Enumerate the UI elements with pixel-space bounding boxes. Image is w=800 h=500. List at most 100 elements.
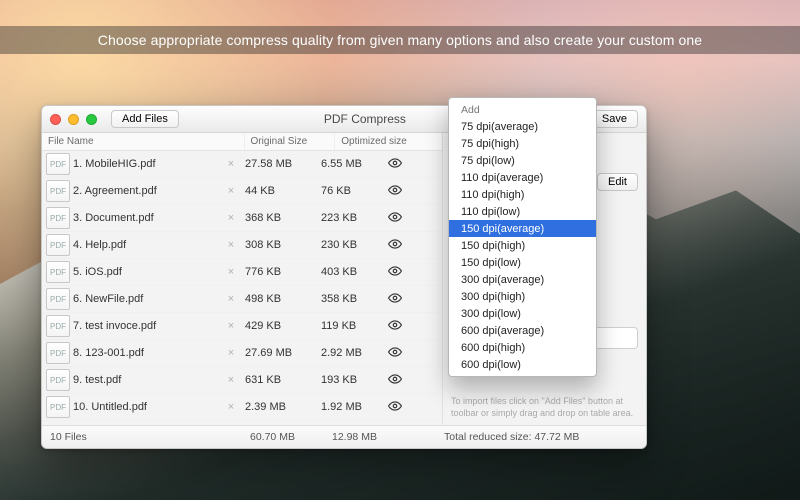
dropdown-item[interactable]: 300 dpi(average) — [449, 271, 596, 288]
preview-icon[interactable] — [383, 399, 407, 416]
remove-file-icon[interactable]: × — [223, 239, 239, 251]
pdf-thumb-icon: PDF — [46, 342, 70, 364]
pdf-thumb-icon: PDF — [46, 261, 70, 283]
preview-icon[interactable] — [383, 345, 407, 362]
table-row[interactable]: PDF3. Document.pdf×368 KB223 KB — [42, 205, 442, 232]
pdf-thumb-icon: PDF — [46, 153, 70, 175]
save-button[interactable]: Save — [591, 110, 638, 128]
dropdown-item[interactable]: 300 dpi(high) — [449, 288, 596, 305]
table-row[interactable]: PDF7. test invoce.pdf×429 KB119 KB — [42, 313, 442, 340]
table-row[interactable]: PDF2. Agreement.pdf×44 KB76 KB — [42, 178, 442, 205]
table-row[interactable]: PDF10. Untitled.pdf×2.39 MB1.92 MB — [42, 394, 442, 421]
remove-file-icon[interactable]: × — [223, 185, 239, 197]
close-window-button[interactable] — [50, 114, 61, 125]
file-name: 1. MobileHIG.pdf — [73, 158, 223, 170]
remove-file-icon[interactable]: × — [223, 212, 239, 224]
dropdown-item[interactable]: 600 dpi(average) — [449, 322, 596, 339]
preview-icon[interactable] — [383, 156, 407, 173]
marketing-caption-text: Choose appropriate compress quality from… — [98, 32, 702, 48]
optimized-size: 119 KB — [315, 320, 383, 332]
file-name: 2. Agreement.pdf — [73, 185, 223, 197]
quality-dropdown[interactable]: Add 75 dpi(average)75 dpi(high)75 dpi(lo… — [448, 97, 597, 377]
optimized-size: 76 KB — [315, 185, 383, 197]
original-size: 498 KB — [239, 293, 315, 305]
import-hint: To import files click on "Add Files" but… — [451, 395, 638, 419]
dropdown-item[interactable]: 75 dpi(average) — [449, 118, 596, 135]
dropdown-item[interactable]: 110 dpi(low) — [449, 203, 596, 220]
table-row[interactable]: PDF1. MobileHIG.pdf×27.58 MB6.55 MB — [42, 151, 442, 178]
pdf-thumb-icon: PDF — [46, 288, 70, 310]
quality-edit-button[interactable]: Edit — [597, 173, 638, 191]
table-row[interactable]: PDF9. test.pdf×631 KB193 KB — [42, 367, 442, 394]
file-name: 4. Help.pdf — [73, 239, 223, 251]
original-size: 308 KB — [239, 239, 315, 251]
pdf-thumb-icon: PDF — [46, 396, 70, 418]
remove-file-icon[interactable]: × — [223, 347, 239, 359]
remove-file-icon[interactable]: × — [223, 374, 239, 386]
zoom-window-button[interactable] — [86, 114, 97, 125]
window-controls — [50, 114, 97, 125]
file-name: 10. Untitled.pdf — [73, 401, 223, 413]
original-size: 368 KB — [239, 212, 315, 224]
table-row[interactable]: PDF4. Help.pdf×308 KB230 KB — [42, 232, 442, 259]
file-name: 3. Document.pdf — [73, 212, 223, 224]
dropdown-item[interactable]: 600 dpi(high) — [449, 339, 596, 356]
file-name: 5. iOS.pdf — [73, 266, 223, 278]
pdf-thumb-icon: PDF — [46, 207, 70, 229]
dropdown-item[interactable]: 110 dpi(average) — [449, 169, 596, 186]
dropdown-item[interactable]: 110 dpi(high) — [449, 186, 596, 203]
table-header: File Name Original Size Optimized size — [42, 133, 442, 151]
optimized-size: 358 KB — [315, 293, 383, 305]
remove-file-icon[interactable]: × — [223, 320, 239, 332]
pdf-thumb-icon: PDF — [46, 315, 70, 337]
preview-icon[interactable] — [383, 291, 407, 308]
minimize-window-button[interactable] — [68, 114, 79, 125]
preview-icon[interactable] — [383, 210, 407, 227]
original-size: 27.69 MB — [239, 347, 315, 359]
dropdown-header: Add — [449, 101, 596, 118]
original-size: 776 KB — [239, 266, 315, 278]
pdf-thumb-icon: PDF — [46, 369, 70, 391]
remove-file-icon[interactable]: × — [223, 266, 239, 278]
table-row[interactable]: PDF5. iOS.pdf×776 KB403 KB — [42, 259, 442, 286]
dropdown-item[interactable]: 150 dpi(low) — [449, 254, 596, 271]
dropdown-item[interactable]: 600 dpi(low) — [449, 356, 596, 373]
dropdown-item[interactable]: 150 dpi(average) — [449, 220, 596, 237]
status-reduced: Total reduced size: 47.72 MB — [432, 431, 646, 443]
original-size: 2.39 MB — [239, 401, 315, 413]
remove-file-icon[interactable]: × — [223, 158, 239, 170]
preview-icon[interactable] — [383, 237, 407, 254]
optimized-size: 230 KB — [315, 239, 383, 251]
remove-file-icon[interactable]: × — [223, 293, 239, 305]
table-body: PDF1. MobileHIG.pdf×27.58 MB6.55 MBPDF2.… — [42, 151, 442, 427]
status-optimized-total: 12.98 MB — [332, 431, 432, 443]
col-header-filename[interactable]: File Name — [42, 133, 245, 150]
dropdown-item[interactable]: 150 dpi(high) — [449, 237, 596, 254]
optimized-size: 2.92 MB — [315, 347, 383, 359]
remove-file-icon[interactable]: × — [223, 401, 239, 413]
marketing-caption: Choose appropriate compress quality from… — [0, 26, 800, 54]
pdf-thumb-icon: PDF — [46, 180, 70, 202]
dropdown-item[interactable]: 75 dpi(low) — [449, 152, 596, 169]
col-header-optimized[interactable]: Optimized size — [335, 133, 442, 150]
optimized-size: 223 KB — [315, 212, 383, 224]
preview-icon[interactable] — [383, 183, 407, 200]
table-row[interactable]: PDF8. 123-001.pdf×27.69 MB2.92 MB — [42, 340, 442, 367]
file-name: 6. NewFile.pdf — [73, 293, 223, 305]
optimized-size: 403 KB — [315, 266, 383, 278]
optimized-size: 193 KB — [315, 374, 383, 386]
dropdown-item[interactable]: 75 dpi(high) — [449, 135, 596, 152]
preview-icon[interactable] — [383, 318, 407, 335]
dropdown-item[interactable]: 300 dpi(low) — [449, 305, 596, 322]
optimized-size: 1.92 MB — [315, 401, 383, 413]
file-name: 9. test.pdf — [73, 374, 223, 386]
file-table: File Name Original Size Optimized size P… — [42, 133, 443, 427]
status-bar: 10 Files 60.70 MB 12.98 MB Total reduced… — [42, 425, 646, 448]
table-row[interactable]: PDF6. NewFile.pdf×498 KB358 KB — [42, 286, 442, 313]
preview-icon[interactable] — [383, 372, 407, 389]
original-size: 44 KB — [239, 185, 315, 197]
col-header-original[interactable]: Original Size — [245, 133, 336, 150]
optimized-size: 6.55 MB — [315, 158, 383, 170]
preview-icon[interactable] — [383, 264, 407, 281]
status-file-count: 10 Files — [42, 431, 250, 443]
